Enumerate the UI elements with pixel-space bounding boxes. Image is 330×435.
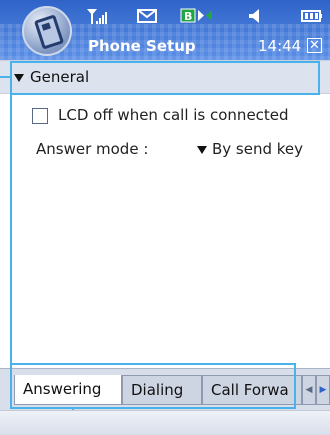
tabs-callout-frame	[10, 363, 296, 409]
content-callout-leader	[10, 94, 12, 368]
battery-icon[interactable]	[300, 6, 324, 26]
connectivity-icon[interactable]: B	[180, 6, 214, 26]
close-button[interactable]: ✕	[307, 38, 322, 53]
answer-mode-dropdown-icon[interactable]	[197, 146, 207, 154]
lcd-off-label[interactable]: LCD off when call is connected	[58, 106, 289, 124]
phone-setup-logo-icon[interactable]	[22, 6, 72, 56]
answer-mode-select[interactable]: By send key	[212, 140, 303, 158]
title-bar: B Phone Setup 14:44 ✕	[0, 0, 330, 60]
lcd-off-checkbox[interactable]	[32, 108, 48, 124]
svg-text:B: B	[184, 10, 192, 23]
scroll-right-icon[interactable]: ▶	[316, 375, 330, 405]
bottom-command-bar	[0, 410, 330, 435]
section-callout-leader	[0, 76, 12, 78]
window-title: Phone Setup	[88, 37, 196, 55]
section-callout-frame	[10, 61, 320, 95]
answer-mode-label: Answer mode :	[36, 140, 149, 158]
envelope-icon[interactable]	[136, 6, 158, 26]
signal-strength-icon[interactable]	[84, 6, 110, 26]
scroll-left-icon[interactable]: ◀	[302, 375, 316, 405]
clock[interactable]: 14:44	[258, 37, 301, 55]
speaker-icon[interactable]	[246, 6, 266, 26]
